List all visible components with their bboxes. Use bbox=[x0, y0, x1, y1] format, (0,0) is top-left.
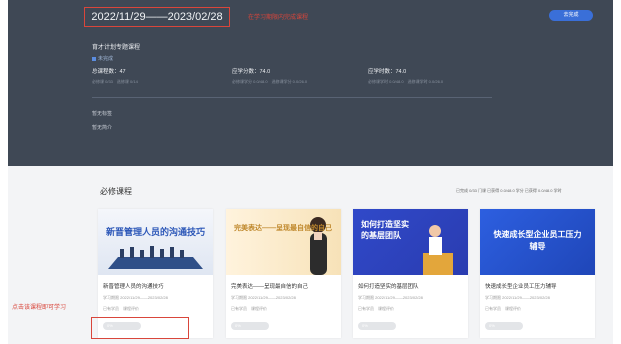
plan-tags: 暂无标签 bbox=[92, 111, 113, 117]
course-image bbox=[310, 217, 327, 275]
course-meta: 已有学员 课程评价 bbox=[485, 306, 521, 311]
stat-hours-label: 应学时数：74.0 bbox=[368, 69, 407, 75]
stat-hours: 应学时数：74.0 必修课学时 0.0/48.0 选修课学时 0.0/26.0 bbox=[368, 67, 443, 85]
course-thumbnail: 快速成长型企业员工压力辅导 bbox=[480, 209, 595, 275]
course-thumbnail-text: 快速成长型企业员工压力辅导 bbox=[493, 230, 582, 251]
progress-bar: 0% bbox=[358, 322, 396, 330]
highlight-box bbox=[91, 317, 189, 339]
course-card[interactable]: 快速成长型企业员工压力辅导 快速成长型企业员工压力辅导 学习期限 2022/11… bbox=[480, 209, 595, 338]
course-image bbox=[108, 246, 203, 269]
plan-title: 育才计划专题课程 bbox=[92, 45, 141, 51]
course-thumbnail: 新晋管理人员的沟通技巧 bbox=[98, 209, 213, 275]
course-title[interactable]: 快速成长型企业员工压力辅导 bbox=[485, 282, 557, 290]
progress-bar: 0% bbox=[485, 322, 523, 330]
status-label: 未完成 bbox=[98, 56, 114, 62]
course-period: 学习期限 2022/11/29——2023/02/28 bbox=[231, 295, 296, 300]
course-thumbnail: 完美表达——呈现最自信的自己 bbox=[226, 209, 341, 275]
section-title: 必修课程 bbox=[100, 187, 132, 196]
stat-credits-label: 应学分数：74.0 bbox=[232, 69, 271, 75]
course-card[interactable]: 完美表达——呈现最自信的自己 完美表达——呈现最自信的自己 学习期限 2022/… bbox=[226, 209, 341, 338]
stat-courses-sub: 必修课 0/33 选修课 0/14 bbox=[92, 79, 138, 84]
course-period: 学习期限 2022/11/29——2023/02/28 bbox=[485, 295, 550, 300]
course-title[interactable]: 如何打造坚实的基层团队 bbox=[358, 282, 419, 290]
course-thumbnail: 如何打造坚实的基层团队 bbox=[353, 209, 468, 275]
plan-intro: 暂无简介 bbox=[92, 125, 113, 131]
course-meta: 已有学员 课程评价 bbox=[103, 306, 139, 311]
stat-credits-sub: 必修课学分 0.0/48.0 选修课学分 0.0/26.0 bbox=[232, 79, 308, 84]
course-title[interactable]: 完美表达——呈现最自信的自己 bbox=[231, 282, 308, 290]
course-card[interactable]: 如何打造坚实的基层团队 如何打造坚实的基层团队 学习期限 2022/11/29—… bbox=[353, 209, 468, 338]
plan-status: 未完成 bbox=[92, 55, 113, 62]
stat-courses: 总课程数：47 必修课 0/33 选修课 0/14 bbox=[92, 67, 138, 85]
stat-hours-sub: 必修课学时 0.0/48.0 选修课学时 0.0/26.0 bbox=[368, 79, 444, 84]
page-frame: 2022/11/29——2023/02/28 在学习期限内完成课程 去完成 育才… bbox=[8, 0, 613, 344]
divider bbox=[92, 97, 492, 98]
course-title[interactable]: 新晋管理人员的沟通技巧 bbox=[103, 282, 164, 290]
annotation-period: 在学习期限内完成课程 bbox=[248, 15, 309, 21]
course-thumbnail-text: 如何打造坚实的基层团队 bbox=[361, 220, 409, 240]
stat-courses-label: 总课程数：47 bbox=[92, 69, 126, 75]
course-thumbnail-text: 新晋管理人员的沟通技巧 bbox=[106, 227, 206, 237]
plan-header: 2022/11/29——2023/02/28 在学习期限内完成课程 去完成 育才… bbox=[8, 0, 613, 166]
course-meta: 已有学员 课程评价 bbox=[231, 306, 267, 311]
status-icon bbox=[92, 56, 96, 61]
annotation-click: 点击该课程即可学习 bbox=[12, 305, 67, 311]
date-range: 2022/11/29——2023/02/28 bbox=[84, 7, 230, 27]
section-stats: 已完成 0/33 门课 已获得 0.0/48.0 学分 已获得 0.0/48.0… bbox=[456, 188, 562, 193]
progress-bar: 0% bbox=[231, 322, 269, 330]
course-period: 学习期限 2022/11/29——2023/02/28 bbox=[358, 295, 423, 300]
complete-button[interactable]: 去完成 bbox=[549, 10, 593, 21]
course-period: 学习期限 2022/11/29——2023/02/28 bbox=[103, 295, 168, 300]
course-thumbnail-text: 完美表达——呈现最自信的自己 bbox=[234, 225, 332, 232]
stat-credits: 应学分数：74.0 必修课学分 0.0/48.0 选修课学分 0.0/26.0 bbox=[232, 67, 307, 85]
course-meta: 已有学员 课程评价 bbox=[358, 306, 394, 311]
